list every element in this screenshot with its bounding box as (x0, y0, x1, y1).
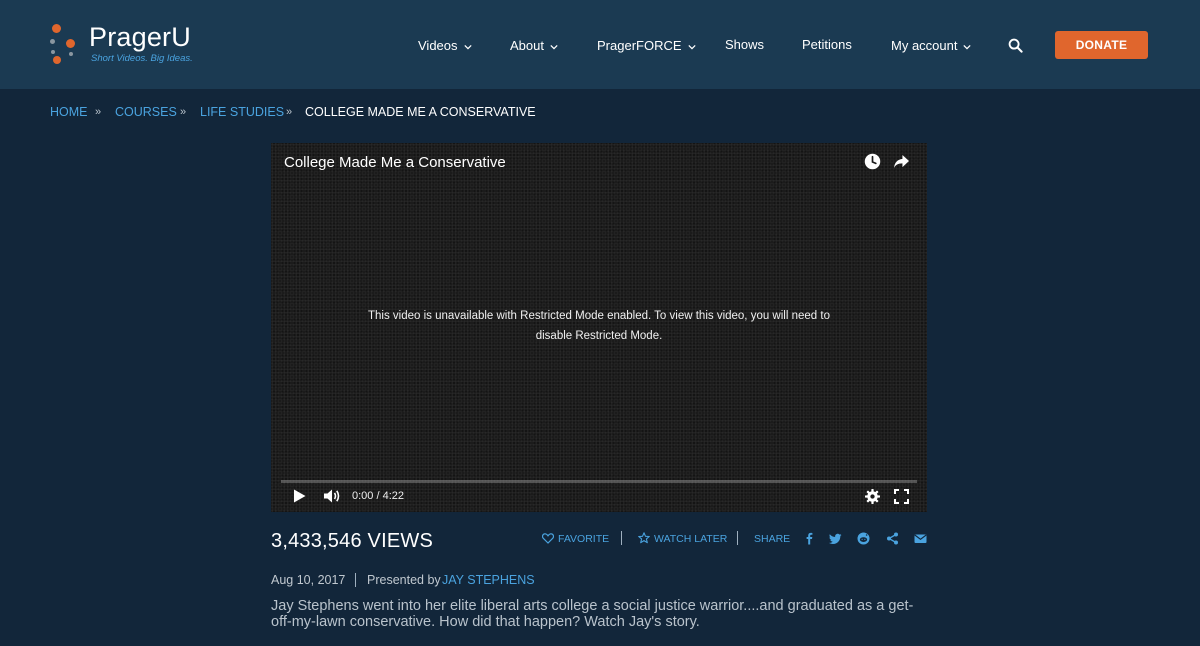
donate-button[interactable]: DONATE (1055, 31, 1148, 59)
gear-icon[interactable] (865, 489, 880, 504)
breadcrumb-separator-icon: » (95, 106, 102, 118)
favorite-button[interactable]: FAVORITE (541, 532, 610, 546)
favorite-label: FAVORITE (558, 533, 610, 545)
facebook-icon[interactable] (803, 532, 816, 545)
clock-icon[interactable] (864, 153, 881, 170)
prageru-logo[interactable]: PragerU Short Videos. Big Ideas. (49, 22, 209, 68)
logo-tagline: Short Videos. Big Ideas. (91, 53, 193, 64)
breadcrumb-separator-icon: » (180, 106, 187, 118)
presenter-link[interactable]: JAY STEPHENS (442, 572, 535, 588)
reddit-icon[interactable] (857, 532, 870, 545)
play-icon[interactable] (293, 489, 306, 503)
twitter-icon[interactable] (829, 532, 842, 545)
watch-later-label: WATCH LATER (654, 533, 728, 545)
heart-icon (541, 533, 555, 544)
star-icon (638, 532, 650, 544)
video-time: 0:00 / 4:22 (352, 490, 404, 502)
divider (621, 531, 622, 545)
video-title[interactable]: College Made Me a Conservative (284, 154, 506, 172)
divider (355, 573, 356, 587)
email-icon[interactable] (914, 532, 927, 545)
divider (737, 531, 738, 545)
chevron-down-icon (687, 44, 696, 50)
search-icon[interactable] (1008, 38, 1023, 53)
fullscreen-icon[interactable] (894, 489, 909, 504)
video-description: Jay Stephens went into her elite liberal… (271, 598, 914, 630)
video-player[interactable]: College Made Me a Conservative This vide… (271, 143, 927, 512)
share-arrow-icon[interactable] (893, 154, 910, 169)
watch-later-button[interactable]: WATCH LATER (638, 532, 727, 546)
nav-petitions[interactable]: Petitions (802, 36, 852, 54)
video-progress-bar[interactable] (281, 480, 917, 483)
chevron-down-icon (963, 44, 972, 50)
breadcrumb-courses[interactable]: COURSES (115, 104, 177, 120)
nav-label: Petitions (802, 37, 852, 52)
chevron-down-icon (463, 44, 472, 50)
nav-pragerforce[interactable]: PragerFORCE (597, 37, 696, 55)
nav-label: Shows (725, 37, 765, 52)
nav-label: Videos (418, 38, 458, 53)
restricted-mode-message: This video is unavailable with Restricte… (368, 310, 830, 342)
breadcrumb-current: COLLEGE MADE ME A CONSERVATIVE (305, 105, 536, 119)
nav-about[interactable]: About (510, 37, 558, 55)
nav-videos[interactable]: Videos (418, 37, 472, 55)
publish-date: Aug 10, 2017 (271, 573, 346, 587)
volume-icon[interactable] (323, 488, 341, 504)
chevron-down-icon (550, 44, 558, 50)
site-header: PragerU Short Videos. Big Ideas. Videos … (0, 0, 1200, 89)
nav-label: My account (891, 38, 958, 53)
nav-label: PragerFORCE (597, 38, 682, 53)
nav-label: About (510, 38, 544, 53)
breadcrumb-home[interactable]: HOME (50, 104, 88, 120)
share-icon[interactable] (886, 532, 899, 545)
breadcrumb-separator-icon: » (286, 106, 293, 118)
nav-shows[interactable]: Shows (725, 36, 764, 54)
view-count: 3,433,546 VIEWS (271, 530, 433, 552)
share-label: SHARE (754, 533, 791, 545)
logo-name: PragerU (89, 22, 191, 52)
nav-my-account[interactable]: My account (891, 37, 972, 55)
presented-by-label: Presented by (367, 573, 441, 587)
logo-dots-icon (49, 22, 79, 68)
breadcrumb-life-studies[interactable]: LIFE STUDIES (200, 104, 284, 120)
